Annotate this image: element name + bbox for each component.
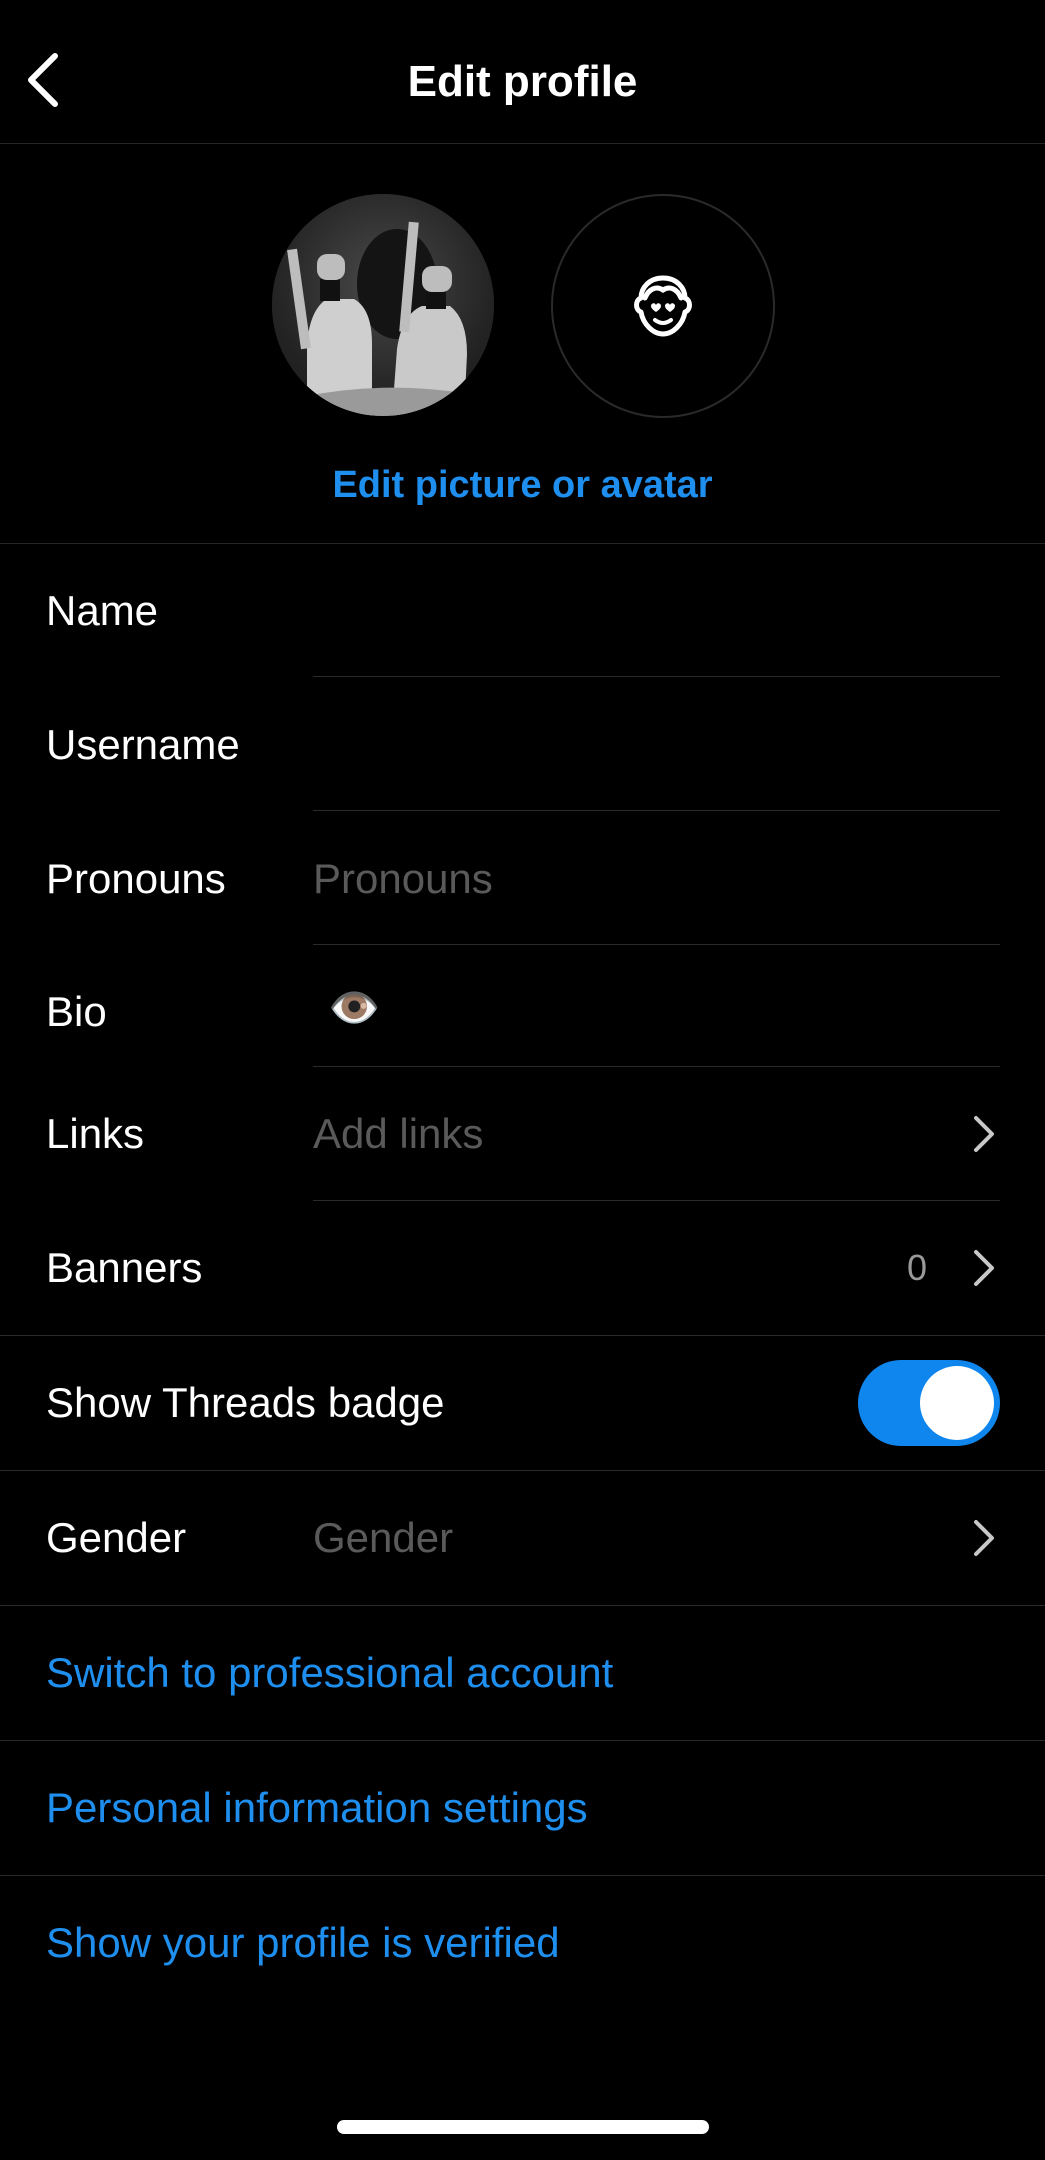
threads-badge-label: Show Threads badge	[46, 1379, 445, 1426]
pronouns-row[interactable]: Pronouns Pronouns	[0, 812, 1045, 945]
switch-professional-link[interactable]: Switch to professional account	[46, 1646, 613, 1700]
bio-row[interactable]: Bio 👁️	[0, 945, 1045, 1067]
page-title: Edit profile	[407, 57, 638, 106]
username-row[interactable]: Username	[0, 678, 1045, 812]
divider	[313, 676, 1000, 677]
verified-row[interactable]: Show your profile is verified	[0, 1876, 1045, 2010]
gender-value: Gender	[313, 1514, 454, 1561]
username-label: Username	[46, 721, 240, 768]
home-indicator	[337, 2120, 709, 2134]
pronouns-input[interactable]: Pronouns	[313, 852, 493, 906]
links-row[interactable]: Links Add links	[0, 1067, 1045, 1201]
professional-account-row[interactable]: Switch to professional account	[0, 1606, 1045, 1740]
divider	[313, 810, 1000, 811]
banners-count: 0	[906, 1247, 927, 1288]
edit-picture-link[interactable]: Edit picture or avatar	[0, 460, 1045, 510]
profile-picture[interactable]	[272, 194, 494, 416]
avatar-button[interactable]	[551, 194, 775, 418]
gender-row[interactable]: Gender Gender	[0, 1471, 1045, 1605]
bio-label: Bio	[46, 988, 107, 1035]
avatar-section: Edit picture or avatar	[0, 144, 1045, 544]
toggle-knob	[920, 1366, 994, 1440]
chevron-right-icon	[969, 1241, 999, 1295]
links-value: Add links	[313, 1110, 484, 1157]
avatar-face-icon	[634, 275, 692, 337]
pronouns-label: Pronouns	[46, 855, 226, 902]
personal-info-row[interactable]: Personal information settings	[0, 1741, 1045, 1875]
gender-label: Gender	[46, 1514, 187, 1561]
threads-badge-row: Show Threads badge	[0, 1336, 1045, 1470]
threads-badge-toggle[interactable]	[858, 1360, 1000, 1446]
profile-photo-image	[272, 194, 494, 416]
chevron-right-icon	[969, 1107, 999, 1161]
name-label: Name	[46, 587, 159, 634]
header-bar: Edit profile	[0, 0, 1045, 144]
bio-input[interactable]: 👁️	[328, 981, 380, 1035]
links-label: Links	[46, 1110, 145, 1157]
banners-row[interactable]: Banners 0	[0, 1201, 1045, 1335]
banners-label: Banners	[46, 1244, 203, 1291]
personal-info-link[interactable]: Personal information settings	[46, 1781, 588, 1835]
chevron-right-icon	[969, 1511, 999, 1565]
show-verified-link[interactable]: Show your profile is verified	[46, 1916, 560, 1970]
name-row[interactable]: Name	[0, 544, 1045, 678]
